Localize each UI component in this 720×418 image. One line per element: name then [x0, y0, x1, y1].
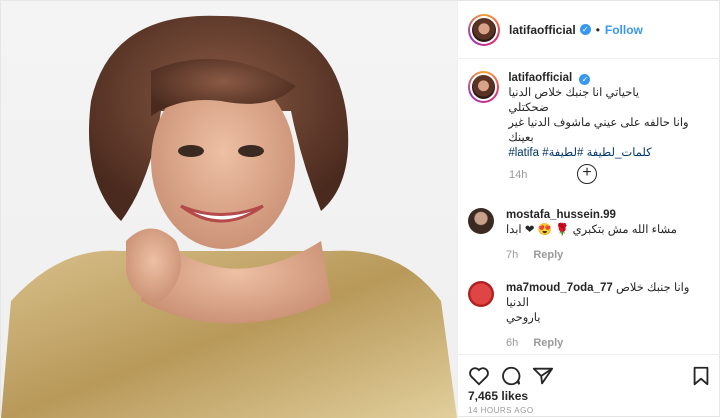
follow-button[interactable]: Follow [605, 23, 643, 37]
comment-time: 7h [506, 249, 519, 261]
comment-icon[interactable] [500, 365, 522, 387]
separator-dot: • [595, 22, 600, 37]
like-count[interactable]: 7,465 likes [468, 389, 528, 403]
caption-line: وانا حالفه على عيني ماشوف الدنيا غير بعي… [508, 117, 689, 144]
commenter-username[interactable]: mostafa_hussein.99 [506, 209, 616, 221]
caption-username[interactable]: latifaofficial [508, 72, 572, 84]
post-side-panel: latifaofficial ✓ • Follow latifaofficial… [457, 1, 720, 418]
caption-line: ياحياتي انا جنبك خلاص الدنيا [508, 87, 640, 99]
commenter-avatar[interactable] [468, 208, 494, 234]
comment-meta: 7h Reply [506, 248, 677, 263]
comment-body: mostafa_hussein.99 مشاء الله مش بتكبري 🌹… [506, 208, 677, 263]
reply-button[interactable]: Reply [533, 337, 563, 349]
caption-time: 14h [509, 169, 528, 181]
comment-time: 6h [506, 337, 519, 349]
comment-item: mostafa_hussein.99 مشاء الله مش بتكبري 🌹… [468, 208, 712, 263]
author-username[interactable]: latifaofficial [509, 23, 576, 37]
portrait-image [1, 15, 457, 418]
verified-badge-icon: ✓ [579, 74, 591, 85]
post-header: latifaofficial ✓ • Follow [458, 1, 720, 59]
bookmark-icon[interactable] [690, 365, 712, 387]
post-photo[interactable] [1, 1, 457, 418]
reply-button[interactable]: Reply [533, 249, 563, 261]
comment-meta: 6h Reply [506, 336, 712, 351]
comment-text: مشاء الله مش بتكبري 🌹 😍 ❤ ابدا [506, 224, 677, 236]
caption-avatar[interactable] [468, 71, 500, 103]
verified-badge-icon: ✓ [579, 24, 591, 35]
caption-text: latifaofficial ✓ ياحياتي انا جنبك خلاص ا… [508, 71, 712, 161]
post-timestamp: 14 HOURS AGO [468, 406, 534, 415]
author-avatar[interactable] [468, 13, 500, 46]
share-icon[interactable] [532, 365, 554, 387]
instagram-post: latifaofficial ✓ • Follow latifaofficial… [0, 0, 720, 418]
commenter-username[interactable]: ma7moud_7oda_77 [506, 282, 613, 294]
heart-icon[interactable] [468, 365, 490, 387]
caption-line: ضحكتلي [508, 102, 549, 114]
action-bar [458, 354, 720, 392]
commenter-avatar[interactable] [468, 281, 494, 307]
comment-item: ma7moud_7oda_77 وانا جنبك خلاص الدنيا يا… [468, 281, 712, 351]
comment-text-line2: ياروحي [506, 312, 541, 324]
comment-body: ma7moud_7oda_77 وانا جنبك خلاص الدنيا يا… [506, 281, 712, 351]
plus-circle-icon[interactable]: + [577, 164, 597, 184]
caption-hashtags[interactable]: #latifa #كلمات_لطيفة #لطيفة [508, 146, 712, 161]
